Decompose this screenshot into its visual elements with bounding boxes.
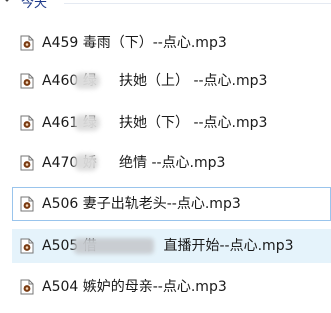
chevron-down-icon[interactable]	[2, 0, 12, 4]
audio-file-icon	[20, 279, 34, 295]
file-name: A504 嫉妒的母亲--点心.mp3	[42, 279, 227, 295]
file-name: A470 娇 绝情 --点心.mp3	[42, 155, 226, 171]
redaction-blur	[74, 73, 100, 89]
redaction-blur	[74, 238, 154, 254]
audio-file-icon	[20, 155, 34, 171]
group-title: 今天	[21, 0, 48, 11]
file-row-hover[interactable]: A505 借 直播开始--点心.mp3	[12, 229, 331, 263]
audio-file-icon	[20, 115, 34, 131]
group-divider	[64, 3, 331, 4]
file-row-selected[interactable]: A506 妻子出轨老头--点心.mp3	[12, 187, 331, 221]
audio-file-icon	[20, 196, 34, 212]
file-row[interactable]: A470 娇 绝情 --点心.mp3	[12, 146, 331, 180]
file-row[interactable]: A459 毒雨（下）--点心.mp3	[12, 26, 331, 60]
redaction-blur	[74, 115, 100, 131]
file-name: A506 妻子出轨老头--点心.mp3	[42, 196, 241, 212]
file-row[interactable]: A504 嫉妒的母亲--点心.mp3	[12, 270, 331, 304]
audio-file-icon	[20, 238, 34, 254]
file-name: A459 毒雨（下）--点心.mp3	[42, 35, 227, 51]
redaction-blur	[74, 154, 98, 171]
audio-file-icon	[20, 35, 34, 51]
audio-file-icon	[20, 73, 34, 89]
file-row[interactable]: A461 绿 扶她（下） --点心.mp3	[12, 106, 331, 140]
file-row[interactable]: A460 绿 扶她（上） --点心.mp3	[12, 64, 331, 98]
